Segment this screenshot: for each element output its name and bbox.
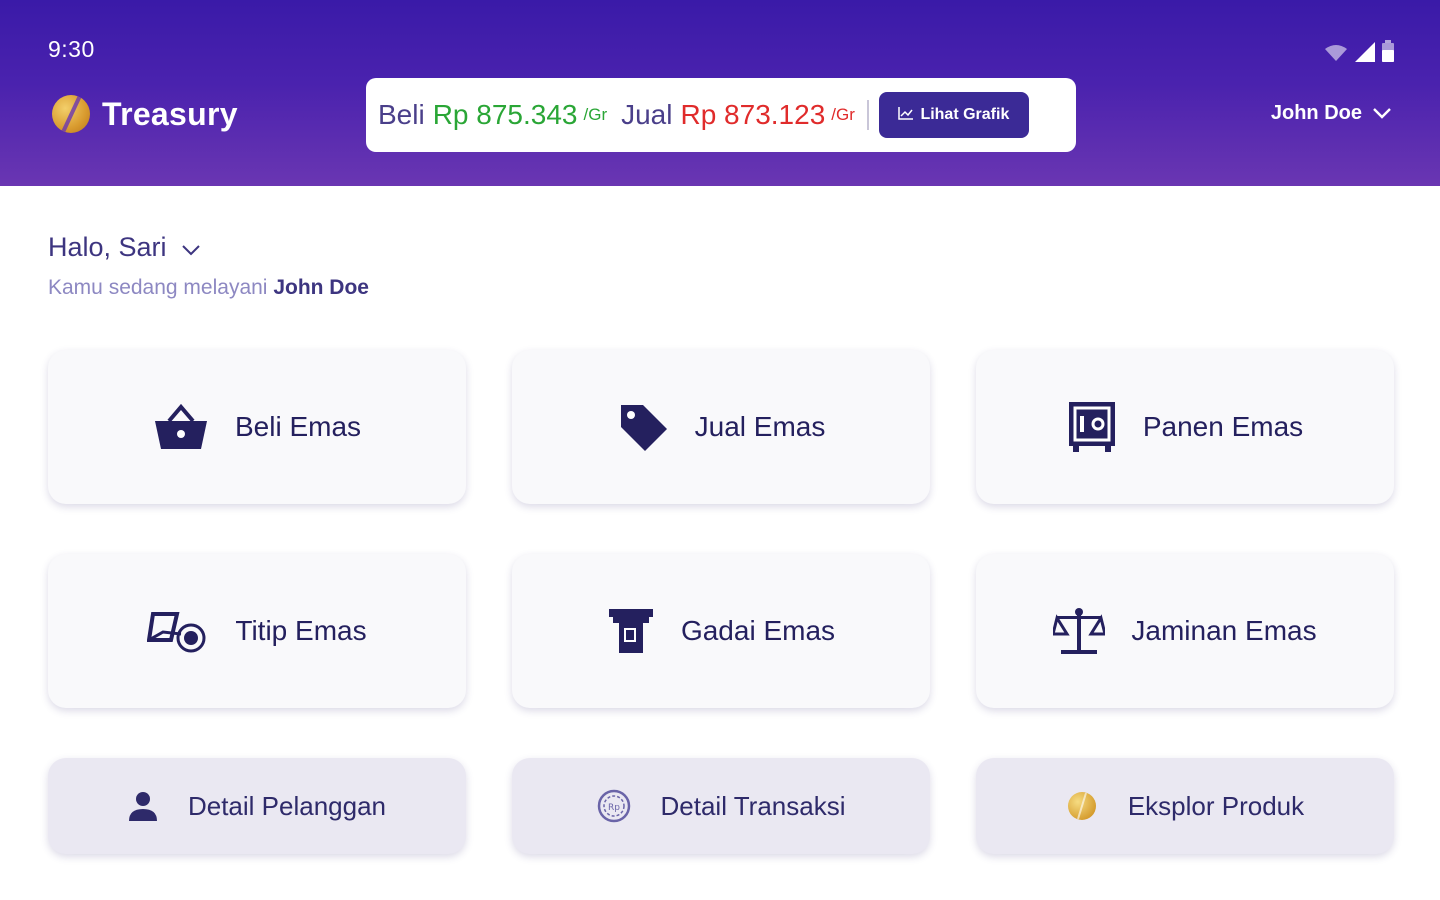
atm-icon (607, 607, 655, 655)
basket-icon (153, 403, 209, 451)
view-chart-button[interactable]: Lihat Grafik (878, 92, 1029, 138)
chevron-down-icon (181, 232, 201, 263)
chevron-down-icon (1372, 102, 1392, 125)
gadai-emas-label: Gadai Emas (680, 615, 836, 646)
status-time: 9:30 (48, 36, 95, 62)
gadai-emas-card[interactable]: Gadai Emas (512, 554, 930, 708)
greeting-title: Halo, Sari (48, 232, 167, 262)
status-icons (1324, 40, 1394, 67)
app-header: 9:30 Treasury Beli Rp 875.343 /Gr Jual R… (0, 0, 1440, 186)
buy-label: Beli (378, 99, 425, 130)
battery-icon (1382, 40, 1394, 67)
svg-text:Rp: Rp (608, 803, 620, 813)
hand-coin-icon (147, 608, 209, 654)
jual-emas-label: Jual Emas (694, 411, 826, 442)
jaminan-emas-label: Jaminan Emas (1131, 615, 1317, 646)
eksplor-produk-button[interactable]: Eksplor Produk (976, 758, 1394, 854)
coin-icon: Rp (597, 789, 631, 823)
treasury-logo-icon (52, 95, 90, 133)
scale-icon (1053, 606, 1106, 656)
serving-prefix: Kamu sedang melayani (48, 276, 268, 299)
detail-transaksi-label: Detail Transaksi (660, 790, 846, 821)
user-menu[interactable]: John Doe (1271, 102, 1392, 125)
buy-unit: /Gr (583, 105, 608, 124)
detail-pelanggan-label: Detail Pelanggan (187, 790, 387, 821)
panen-emas-card[interactable]: Panen Emas (976, 350, 1394, 504)
gold-coin-icon (1066, 790, 1098, 822)
price-tag-icon (617, 401, 669, 453)
serving-customer-text: Kamu sedang melayani John Doe (48, 276, 369, 300)
price-divider (866, 100, 869, 130)
user-name: John Doe (1270, 102, 1362, 124)
greeting-dropdown[interactable]: Halo, Sari (48, 232, 201, 263)
panen-emas-label: Panen Emas (1142, 411, 1304, 442)
brand[interactable]: Treasury (52, 95, 238, 133)
sell-label: Jual (621, 99, 673, 130)
signal-icon (1354, 42, 1376, 67)
jaminan-emas-card[interactable]: Jaminan Emas (976, 554, 1394, 708)
beli-emas-label: Beli Emas (234, 411, 362, 442)
beli-emas-card[interactable]: Beli Emas (48, 350, 466, 504)
titip-emas-card[interactable]: Titip Emas (48, 554, 466, 708)
detail-pelanggan-button[interactable]: Detail Pelanggan (48, 758, 466, 854)
brand-name: Treasury (102, 95, 238, 132)
serving-customer-name: John Doe (273, 276, 369, 299)
sell-price: Rp 873.123 (680, 99, 826, 130)
detail-transaksi-button[interactable]: Rp Detail Transaksi (512, 758, 930, 854)
buy-price: Rp 875.343 (432, 99, 578, 130)
chart-icon (898, 106, 914, 125)
sell-unit: /Gr (831, 105, 855, 124)
gold-price-box: Beli Rp 875.343 /Gr Jual Rp 873.123 /Gr … (366, 78, 1076, 152)
titip-emas-label: Titip Emas (235, 615, 367, 646)
person-icon (128, 790, 158, 822)
jual-emas-card[interactable]: Jual Emas (512, 350, 930, 504)
wifi-icon (1324, 44, 1348, 67)
eksplor-produk-label: Eksplor Produk (1127, 790, 1305, 821)
safe-icon (1067, 400, 1117, 454)
view-chart-label: Lihat Grafik (920, 106, 1010, 123)
